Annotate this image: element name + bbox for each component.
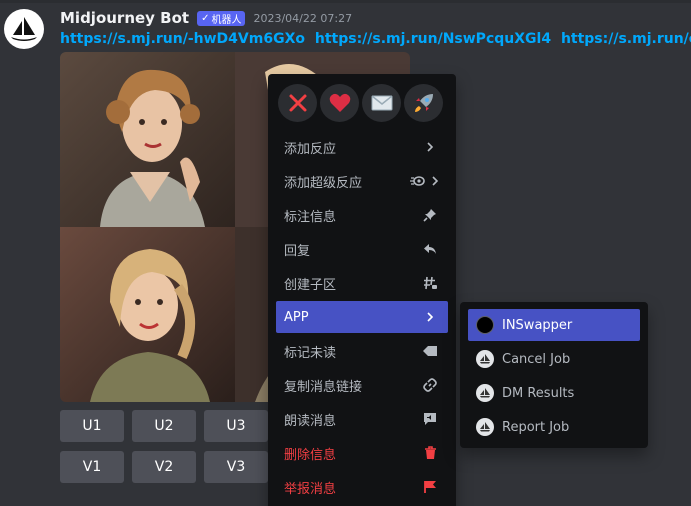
chevron-right-icon (431, 172, 439, 190)
username[interactable]: Midjourney Bot (60, 9, 189, 27)
app-item-label: Cancel Job (502, 351, 571, 367)
menu-item-mark-unread[interactable]: 标记未读 (276, 335, 448, 367)
bot-badge: ✓ 机器人 (197, 10, 246, 26)
menu-item-create-thread[interactable]: 创建子区 (276, 267, 448, 299)
reply-icon (421, 240, 439, 258)
menu-item-app[interactable]: APP (276, 301, 448, 333)
upscale-button-1[interactable]: U1 (60, 410, 124, 442)
app-item-dm-results[interactable]: DM Results (468, 377, 640, 409)
reaction-rocket[interactable] (404, 84, 443, 122)
flag-icon (421, 478, 439, 496)
upscale-button-2[interactable]: U2 (132, 410, 196, 442)
app-item-cancel-job[interactable]: Cancel Job (468, 343, 640, 375)
menu-item-label: 标注信息 (284, 209, 337, 225)
app-item-label: DM Results (502, 385, 575, 401)
upscale-button-3[interactable]: U3 (204, 410, 268, 442)
speaker-icon (421, 410, 439, 428)
variation-button-3[interactable]: V3 (204, 451, 268, 483)
menu-item-delete-message[interactable]: 删除信息 (276, 437, 448, 469)
message-header: Midjourney Bot ✓ 机器人 2023/04/22 07:27 (60, 8, 352, 28)
midjourney-app-icon (476, 350, 494, 368)
menu-item-label: 朗读消息 (284, 413, 337, 429)
menu-item-read-aloud[interactable]: 朗读消息 (276, 403, 448, 435)
generated-image-3[interactable] (60, 227, 235, 402)
context-menu: 添加反应 添加超级反应 标注信息 回复 创建子区 APP 标记未读 复制消息链接… (268, 74, 456, 506)
app-item-report-job[interactable]: Report Job (468, 411, 640, 443)
mark-unread-icon (421, 342, 439, 360)
chevron-right-icon (421, 138, 439, 156)
menu-item-label: 创建子区 (284, 277, 337, 293)
reaction-envelope[interactable] (362, 84, 401, 122)
menu-item-copy-link[interactable]: 复制消息链接 (276, 369, 448, 401)
app-item-label: INSwapper (502, 317, 573, 333)
pin-icon (421, 206, 439, 224)
cross-mark-icon (289, 94, 306, 112)
top-strip (0, 0, 691, 3)
reaction-heart[interactable] (320, 84, 359, 122)
variation-button-2[interactable]: V2 (132, 451, 196, 483)
menu-item-pin-message[interactable]: 标注信息 (276, 199, 448, 231)
rocket-icon (414, 94, 433, 112)
timestamp: 2023/04/22 07:27 (253, 11, 353, 25)
variation-button-1[interactable]: V1 (60, 451, 124, 483)
link[interactable]: https://s.mj.run/NswPcquXGl4 (315, 31, 551, 47)
inswapper-app-icon (476, 316, 494, 334)
menu-item-label: 标记未读 (284, 345, 337, 361)
generated-image-1[interactable] (60, 52, 235, 227)
bot-badge-label: 机器人 (211, 14, 242, 26)
menu-item-label: 回复 (284, 243, 311, 259)
app-item-inswapper[interactable]: INSwapper (468, 309, 640, 341)
thread-icon (421, 274, 439, 292)
chevron-right-icon (421, 308, 439, 326)
super-reaction-icon (409, 172, 427, 190)
menu-item-label: 添加反应 (284, 141, 337, 157)
checkmark-icon: ✓ (201, 12, 210, 24)
quick-reactions (278, 84, 448, 122)
menu-item-label: 复制消息链接 (284, 379, 363, 395)
avatar[interactable] (4, 9, 44, 49)
app-submenu: INSwapper Cancel Job DM Results Report J… (460, 302, 648, 448)
envelope-icon (371, 95, 392, 111)
app-item-label: Report Job (502, 419, 570, 435)
menu-item-label: 添加超级反应 (284, 175, 363, 191)
midjourney-app-icon (476, 384, 494, 402)
link-icon (421, 376, 439, 394)
menu-item-label: APP (284, 309, 309, 325)
link[interactable]: https://s.mj.run/-hwD4Vm6GXo (60, 31, 305, 47)
heart-icon (329, 93, 350, 112)
message-links: https://s.mj.run/-hwD4Vm6GXo https://s.m… (60, 31, 691, 49)
menu-item-reply[interactable]: 回复 (276, 233, 448, 265)
menu-item-add-super-reaction[interactable]: 添加超级反应 (276, 165, 448, 197)
reaction-cross[interactable] (278, 84, 317, 122)
menu-item-add-reaction[interactable]: 添加反应 (276, 131, 448, 163)
sailboat-icon (11, 17, 37, 41)
menu-item-label: 举报消息 (284, 481, 337, 497)
trash-icon (421, 444, 439, 462)
link[interactable]: https://s.mj.run/cuALLQ (561, 31, 691, 47)
menu-item-report-message[interactable]: 举报消息 (276, 471, 448, 503)
menu-item-label: 删除信息 (284, 447, 337, 463)
midjourney-app-icon (476, 418, 494, 436)
